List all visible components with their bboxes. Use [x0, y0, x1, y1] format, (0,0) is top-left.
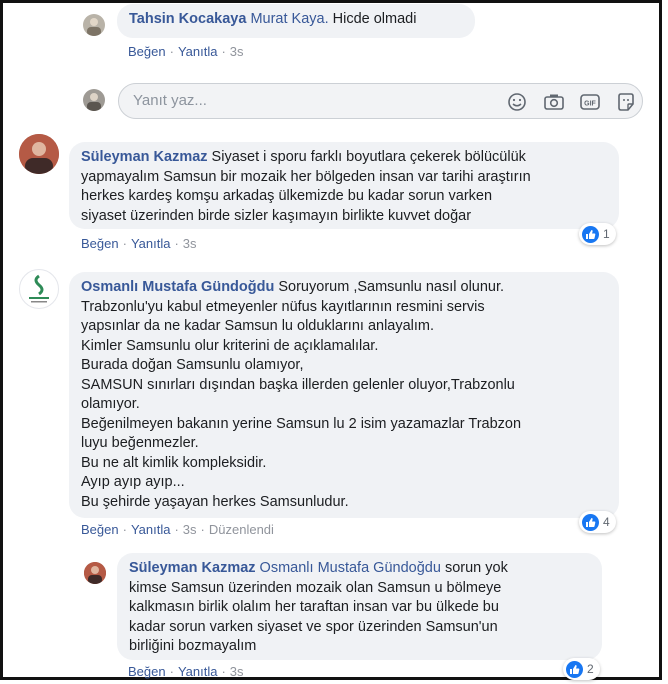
comment-text-line: yapsınlar da ne kadar Samsun lu olduklar…	[81, 318, 435, 334]
comment-author[interactable]: Süleyman Kazmaz	[81, 149, 208, 165]
person-photo-icon	[19, 134, 59, 174]
timestamp[interactable]: 3s	[230, 44, 244, 59]
reaction-count[interactable]: 4	[579, 511, 616, 533]
reaction-count[interactable]: 1	[579, 223, 616, 245]
avatar-suleyman-reply[interactable]	[84, 562, 106, 584]
edited-label[interactable]: Düzenlendi	[209, 522, 274, 537]
comment-text-line: Siyaset i sporu farklı boyutlara çekerek…	[207, 149, 526, 165]
sticker-icon[interactable]	[614, 90, 638, 114]
comment-actions: Beğen · Yanıtla · 3s	[128, 44, 244, 59]
comment-text-line: kalkmasın birlik olalım her taraftan ins…	[129, 599, 499, 615]
reply-link[interactable]: Yanıtla	[178, 664, 218, 679]
comment-text-line: Burada doğan Samsunlu olamıyor,	[81, 357, 304, 373]
comment-text-line: SAMSUN sınırları dışından başka illerden…	[81, 376, 515, 393]
comment-text-line: kadar sorun varken siyaset ve spor üzeri…	[129, 618, 498, 635]
comment-actions: Beğen · Yanıtla · 3s	[128, 664, 244, 679]
reply-composer[interactable]: GIF	[118, 83, 643, 119]
comment-text: Hicde olmadi	[328, 11, 417, 27]
current-user-avatar	[83, 89, 105, 111]
like-link[interactable]: Beğen	[128, 664, 166, 679]
comment-author[interactable]: Osmanlı Mustafa Gündoğdu	[81, 279, 274, 295]
gif-icon[interactable]: GIF	[578, 90, 602, 114]
comment-text-line: Soruyorum ,Samsunlu nasıl olunur.	[274, 279, 505, 295]
comment-bubble-suleyman-reply: Süleyman Kazmaz Osmanlı Mustafa Gündoğdu…	[117, 553, 602, 660]
timestamp[interactable]: 3s	[183, 236, 197, 251]
comment-text-line: Bu ne alt kimlik kompleksidir.	[81, 454, 267, 471]
comment-bubble-osmanli: Osmanlı Mustafa Gündoğdu Soruyorum ,Sams…	[69, 272, 619, 518]
svg-text:GIF: GIF	[584, 101, 596, 108]
comment-text-line: kimse Samsun üzerinden mozaik olan Samsu…	[129, 579, 502, 596]
comment-bubble-suleyman: Süleyman Kazmaz Siyaset i sporu farklı b…	[69, 142, 619, 229]
avatar-tahsin[interactable]	[83, 14, 105, 36]
emoji-icon[interactable]	[505, 90, 529, 114]
like-link[interactable]: Beğen	[81, 522, 119, 537]
mention-link[interactable]: Murat Kaya.	[250, 11, 328, 27]
avatar-suleyman[interactable]	[19, 134, 59, 174]
comment-text-line: birliğini bozmayalım	[129, 638, 257, 654]
timestamp[interactable]: 3s	[183, 522, 197, 537]
thumbs-up-icon	[582, 513, 599, 531]
camera-icon[interactable]	[542, 90, 566, 114]
reaction-count[interactable]: 2	[563, 658, 600, 680]
logo-icon	[29, 274, 49, 303]
comment-author[interactable]: Süleyman Kazmaz	[129, 560, 256, 576]
person-photo-icon	[87, 93, 101, 111]
comment-text-line: luyu beğenmezler.	[81, 435, 199, 451]
person-photo-icon	[84, 562, 106, 584]
comment-text-line: olamıyor.	[81, 396, 140, 412]
comment-text-line: Kimler Samsunlu olur kriterini de açıkla…	[81, 337, 379, 354]
comment-text-line: Beğenilmeyen bakanın yerine Samsun lu 2 …	[81, 415, 522, 432]
reply-input[interactable]	[131, 91, 495, 110]
timestamp[interactable]: 3s	[230, 664, 244, 679]
reply-link[interactable]: Yanıtla	[131, 236, 171, 251]
comment-text-line: yapmayalım Samsun bir mozaik her bölgede…	[81, 168, 531, 185]
mention-link[interactable]: Osmanlı Mustafa Gündoğdu	[256, 560, 441, 576]
reply-link[interactable]: Yanıtla	[131, 522, 171, 537]
person-photo-icon	[87, 18, 101, 36]
comment-author[interactable]: Tahsin Kocakaya	[129, 11, 246, 27]
comment-text-line: sorun yok	[440, 560, 508, 576]
thumbs-up-icon	[566, 660, 583, 678]
like-link[interactable]: Beğen	[81, 236, 119, 251]
comment-actions: Beğen · Yanıtla · 3s · Düzenlendi	[81, 522, 274, 537]
comment-text-line: siyaset üzerinden birde sizler kaşımayın…	[81, 207, 472, 224]
comment-thread-frame: Tahsin Kocakaya Murat Kaya. Hicde olmadi…	[0, 0, 662, 680]
reply-link[interactable]: Yanıtla	[178, 44, 218, 59]
comment-text-line: Trabzonlu'yu kabul etmeyenler nüfus kayı…	[81, 298, 485, 315]
thumbs-up-icon	[582, 225, 599, 243]
avatar-osmanli[interactable]	[19, 269, 59, 309]
comment-bubble-tahsin: Tahsin Kocakaya Murat Kaya. Hicde olmadi	[117, 4, 475, 38]
comment-text-line: Ayıp ayıp ayıp...	[81, 474, 185, 490]
like-link[interactable]: Beğen	[128, 44, 166, 59]
comment-text-line: herkes kardeş komşu arkadaş ülkemizde bu…	[81, 188, 493, 204]
comment-actions: Beğen · Yanıtla · 3s	[81, 236, 197, 251]
comment-text-line: Bu şehirde yaşayan herkes Samsunludur.	[81, 493, 349, 510]
